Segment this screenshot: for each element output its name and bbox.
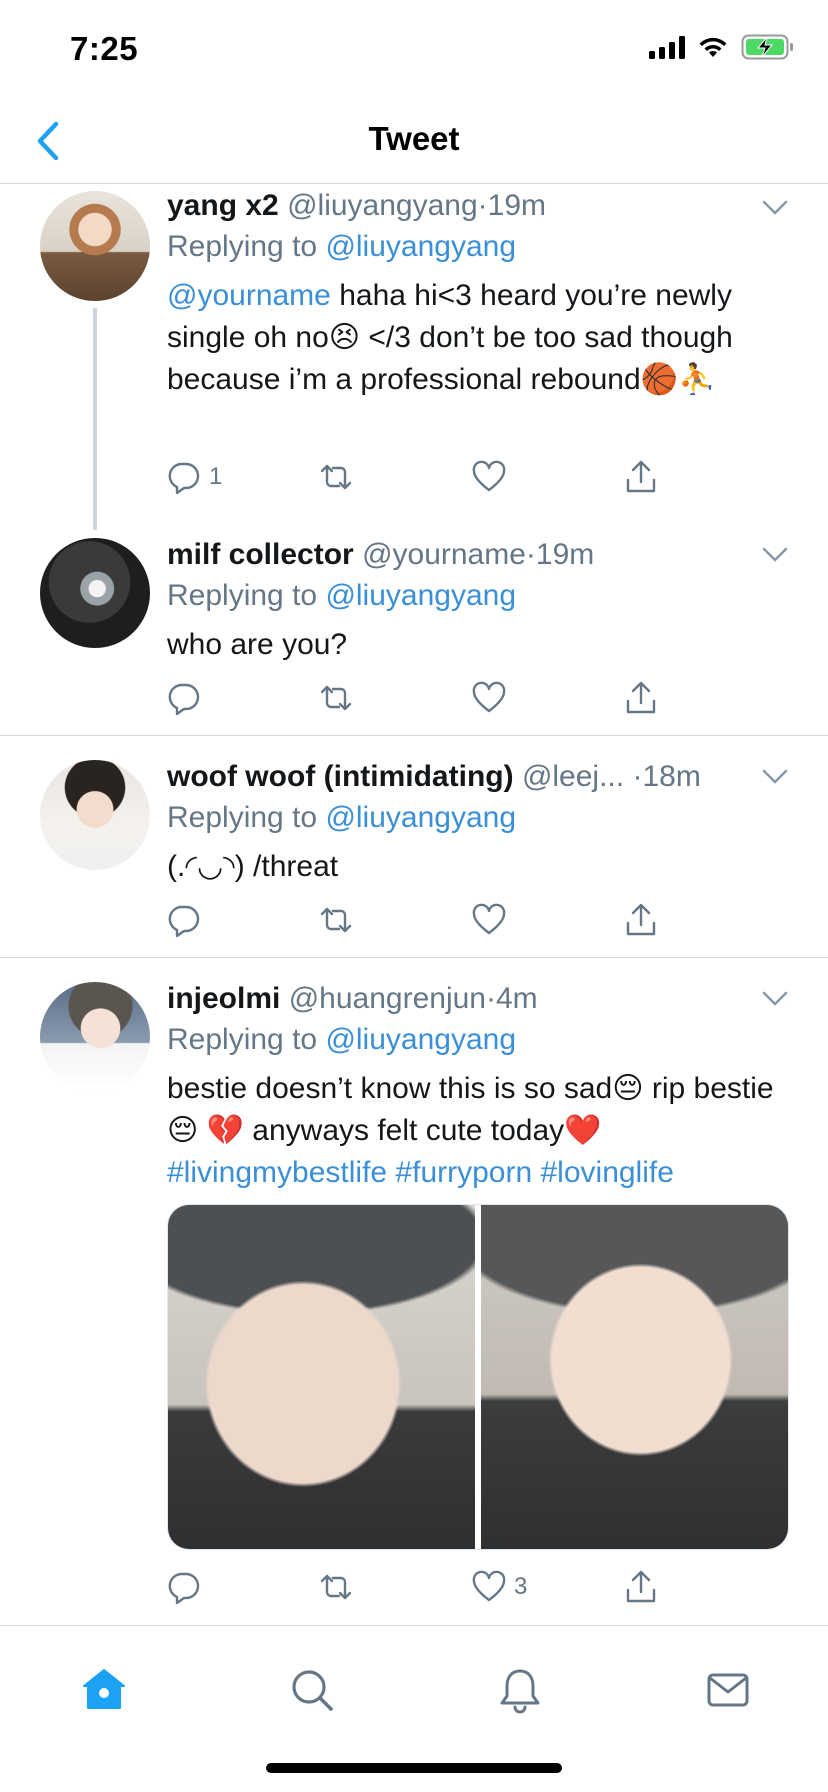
replying-to-link[interactable]: @liuyangyang bbox=[325, 579, 516, 612]
messages-icon[interactable] bbox=[704, 1666, 752, 1714]
mention-link[interactable]: @yourname bbox=[167, 279, 331, 312]
tweet-photo[interactable] bbox=[168, 1205, 475, 1549]
tweet-photo[interactable] bbox=[481, 1205, 788, 1549]
retweet-button[interactable] bbox=[319, 460, 353, 494]
author-name[interactable]: injeolmi bbox=[167, 982, 280, 1015]
reply-icon bbox=[168, 905, 200, 937]
cellular-signal-icon bbox=[649, 35, 685, 59]
status-bar: 7:25 bbox=[0, 0, 828, 100]
reply-button[interactable] bbox=[167, 1570, 209, 1604]
replying-to-link[interactable]: @liuyangyang bbox=[325, 801, 516, 834]
author-handle[interactable]: @liuyangyang bbox=[287, 189, 478, 222]
like-button[interactable] bbox=[472, 903, 514, 937]
divider bbox=[0, 957, 828, 958]
author-name[interactable]: milf collector bbox=[167, 538, 354, 571]
reply-icon bbox=[168, 462, 200, 494]
heart-icon bbox=[472, 460, 506, 492]
home-icon[interactable] bbox=[80, 1666, 128, 1714]
chevron-down-icon[interactable] bbox=[762, 769, 788, 785]
retweet-icon bbox=[320, 907, 352, 933]
notifications-icon[interactable] bbox=[496, 1666, 544, 1714]
avatar[interactable] bbox=[40, 760, 150, 870]
home-indicator[interactable] bbox=[266, 1763, 562, 1773]
author-handle[interactable]: @yourname bbox=[362, 538, 526, 571]
share-button[interactable] bbox=[624, 460, 658, 494]
share-icon bbox=[626, 1570, 656, 1603]
retweet-icon bbox=[320, 685, 352, 711]
reply-icon bbox=[168, 683, 200, 715]
avatar[interactable] bbox=[40, 982, 150, 1092]
reply-count: 1 bbox=[209, 463, 223, 490]
tweet-actions: 3 bbox=[167, 1570, 667, 1610]
heart-icon bbox=[472, 903, 506, 935]
like-count: 3 bbox=[514, 1573, 528, 1600]
tweet-media[interactable] bbox=[167, 1204, 789, 1550]
tweet-time: 19m bbox=[535, 538, 595, 571]
wifi-icon bbox=[699, 37, 727, 57]
nav-header: Tweet bbox=[0, 100, 828, 184]
tweet-time: 19m bbox=[487, 189, 547, 222]
reply-icon bbox=[168, 1572, 200, 1604]
search-icon[interactable] bbox=[288, 1666, 336, 1714]
share-button[interactable] bbox=[624, 1570, 658, 1604]
tweet-actions bbox=[167, 681, 667, 721]
tweet-actions bbox=[167, 903, 667, 943]
replying-to-link[interactable]: @liuyangyang bbox=[325, 1023, 516, 1056]
share-icon bbox=[626, 903, 656, 936]
share-button[interactable] bbox=[624, 903, 658, 937]
author-name[interactable]: yang x2 bbox=[167, 189, 279, 222]
tweet-time: 4m bbox=[495, 982, 538, 1015]
like-button[interactable] bbox=[472, 681, 514, 715]
share-icon bbox=[626, 681, 656, 714]
tweet-text: @yourname haha hi<3 heard you’re newly s… bbox=[167, 279, 733, 396]
replying-to-link[interactable]: @liuyangyang bbox=[325, 230, 516, 263]
retweet-icon bbox=[320, 464, 352, 490]
heart-icon bbox=[472, 681, 506, 713]
tweet-text: bestie doesn’t know this is so sad😔 rip … bbox=[167, 1072, 774, 1189]
author-handle[interactable]: @huangrenjun bbox=[289, 982, 486, 1015]
tweet-text: (.◜◡◝) /threat bbox=[167, 850, 339, 883]
replying-to: Replying to @liuyangyang bbox=[167, 230, 517, 263]
replying-to: Replying to @liuyangyang bbox=[167, 579, 517, 612]
divider bbox=[0, 735, 828, 736]
retweet-button[interactable] bbox=[319, 903, 353, 937]
page-title: Tweet bbox=[368, 120, 460, 157]
hashtag-links[interactable]: #livingmybestlife #furryporn #lovinglife bbox=[167, 1156, 674, 1189]
tweet-actions: 1 bbox=[167, 460, 667, 500]
replying-to: Replying to @liuyangyang bbox=[167, 1023, 517, 1056]
retweet-button[interactable] bbox=[319, 681, 353, 715]
heart-icon bbox=[472, 1570, 506, 1602]
author-name[interactable]: woof woof (intimidating) bbox=[167, 760, 514, 793]
tweet-text: who are you? bbox=[167, 628, 348, 661]
share-icon bbox=[626, 460, 656, 493]
chevron-down-icon[interactable] bbox=[762, 991, 788, 1007]
thread-line bbox=[93, 308, 97, 530]
retweet-icon bbox=[320, 1574, 352, 1600]
author-handle[interactable]: @leej... bbox=[522, 760, 624, 793]
like-button[interactable]: 3 bbox=[472, 1570, 527, 1604]
chevron-down-icon[interactable] bbox=[762, 200, 788, 216]
avatar[interactable] bbox=[40, 538, 150, 648]
share-button[interactable] bbox=[624, 681, 658, 715]
like-button[interactable] bbox=[472, 460, 514, 494]
avatar[interactable] bbox=[40, 191, 150, 301]
status-time: 7:25 bbox=[70, 30, 139, 67]
reply-button[interactable] bbox=[167, 681, 209, 715]
replying-to: Replying to @liuyangyang bbox=[167, 801, 517, 834]
reply-button[interactable]: 1 bbox=[167, 460, 222, 494]
reply-button[interactable] bbox=[167, 903, 209, 937]
battery-charging-icon bbox=[741, 34, 793, 60]
chevron-down-icon[interactable] bbox=[762, 547, 788, 563]
retweet-button[interactable] bbox=[319, 1570, 353, 1604]
tweet-time: 18m bbox=[642, 760, 701, 793]
